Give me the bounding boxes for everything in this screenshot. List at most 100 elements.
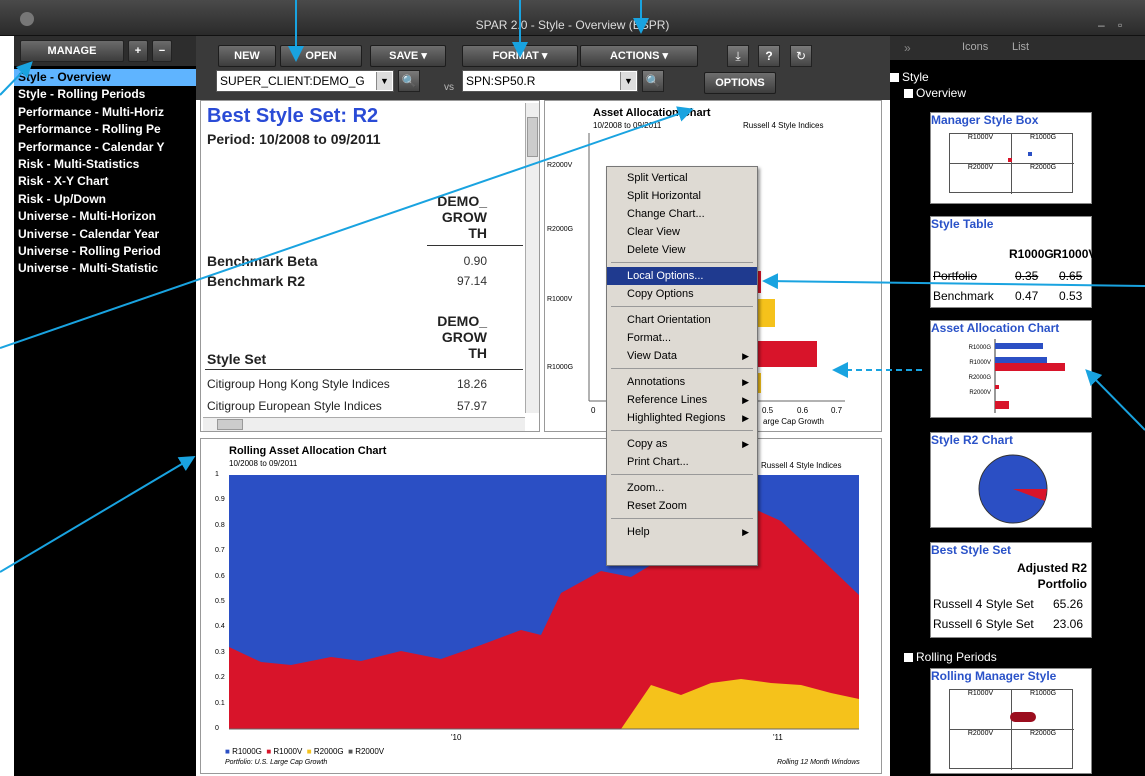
menu-item[interactable]: Format... <box>607 329 757 347</box>
menu-item-label: Split Vertical <box>627 172 688 184</box>
actions-button[interactable]: ACTIONS ▾ <box>580 45 698 67</box>
tab-icons[interactable]: Icons <box>962 41 988 53</box>
tree-node-overview[interactable]: Overview <box>904 86 966 100</box>
sidebar-item[interactable]: Performance - Multi-Horiz <box>14 104 196 121</box>
rolling-asset-allocation-chart-pane[interactable]: Rolling Asset Allocation Chart 10/2008 t… <box>200 438 882 774</box>
legend-item: R1000G <box>232 747 262 756</box>
x-tick-label: '11 <box>773 733 783 742</box>
menu-item[interactable]: Copy as ▶ <box>607 435 757 453</box>
submenu-arrow-icon: ▶ <box>742 351 749 361</box>
benchmark-beta-value: 0.90 <box>463 254 487 268</box>
menu-item[interactable]: Zoom... <box>607 479 757 497</box>
remove-view-button[interactable]: − <box>152 40 172 62</box>
best-style-set-title: Best Style Set: R2 <box>207 105 379 127</box>
y-tick-label: 0.8 <box>215 521 225 529</box>
scroll-thumb[interactable] <box>217 419 243 430</box>
add-view-button[interactable]: + <box>128 40 148 62</box>
menu-separator <box>611 368 753 369</box>
menu-item[interactable]: Delete View <box>607 241 757 259</box>
sidebar-item[interactable]: Risk - Multi-Statistics <box>14 156 196 173</box>
client-search-icon[interactable]: 🔍 <box>398 70 420 92</box>
new-button[interactable]: NEW <box>218 45 276 67</box>
refresh-icon[interactable]: ↻ <box>790 45 812 67</box>
sidebar-item[interactable]: Universe - Multi-Horizon <box>14 208 196 225</box>
x-tick-label: '10 <box>451 733 462 742</box>
menu-item[interactable]: Help ▶ <box>607 523 757 541</box>
left-navigation-panel: MANAGE + − Style - Overview Style - Rolli… <box>14 36 196 776</box>
format-button[interactable]: FORMAT ▾ <box>462 45 578 67</box>
card-manager-style-box[interactable]: Manager Style Box R1000V R1000G R2000V R… <box>930 112 1092 204</box>
card-asset-allocation-chart[interactable]: Asset Allocation Chart R1000G R1000V R20… <box>930 320 1092 418</box>
open-button[interactable]: OPEN <box>280 45 362 67</box>
card-best-style-set[interactable]: Best Style Set Adjusted R2 Portfolio Rus… <box>930 542 1092 638</box>
options-button[interactable]: OPTIONS <box>704 72 776 94</box>
vertical-scrollbar[interactable] <box>525 103 539 413</box>
benchmark-select[interactable]: SPN:SP50.R ▼ <box>462 70 638 92</box>
legend-swatch: ■ <box>225 747 230 756</box>
sidebar-item[interactable]: Performance - Calendar Y <box>14 139 196 156</box>
card-style-table[interactable]: Style Table R1000G R1000V Portfolio 0.35… <box>930 216 1096 308</box>
menu-separator <box>611 474 753 475</box>
menu-item-label: Chart Orientation <box>627 314 711 326</box>
period-label: Period: 10/2008 to 09/2011 <box>207 131 381 147</box>
horizontal-scrollbar[interactable] <box>203 417 525 431</box>
chevron-down-icon: ▾ <box>662 50 669 62</box>
menu-item[interactable]: Change Chart... <box>607 205 757 223</box>
menu-item[interactable]: Highlighted Regions ▶ <box>607 409 757 427</box>
legend-swatch: ■ <box>306 747 312 756</box>
style-cell: R2000G <box>1029 730 1057 737</box>
card-title: Manager Style Box <box>931 113 1039 127</box>
col-header: Adjusted R2 <box>1016 561 1087 575</box>
collapse-box-icon <box>890 73 899 83</box>
card-title: Rolling Manager Style <box>931 669 1057 683</box>
benchmark-search-icon[interactable]: 🔍 <box>642 70 664 92</box>
export-icon[interactable]: ⤓ <box>727 45 749 67</box>
benchmark-r2-label: Benchmark R2 <box>207 273 306 289</box>
scroll-thumb[interactable] <box>527 117 538 157</box>
style-set-header: Style Set <box>207 351 267 367</box>
table-row-label: Citigroup Hong Kong Style Indices <box>207 377 390 391</box>
menu-item[interactable]: Local Options... <box>607 267 757 285</box>
tick-label: 0 <box>591 406 596 415</box>
card-style-r2-chart[interactable]: Style R2 Chart <box>930 432 1092 528</box>
client-select[interactable]: SUPER_CLIENT:DEMO_G ▼ <box>216 70 394 92</box>
menu-item[interactable]: Reset Zoom <box>607 497 757 515</box>
menu-item[interactable]: Copy Options <box>607 285 757 303</box>
save-button[interactable]: SAVE ▾ <box>370 45 446 67</box>
divider <box>205 369 523 370</box>
benchmark-r2-value: 97.14 <box>456 274 487 288</box>
right-panel: » Icons List Style Overview Manager Styl… <box>890 36 1145 776</box>
sidebar-item[interactable]: Universe - Calendar Year <box>14 226 196 243</box>
menu-item[interactable]: Reference Lines ▶ <box>607 391 757 409</box>
table-row-value: 57.97 <box>456 399 487 413</box>
menu-item[interactable]: Clear View <box>607 223 757 241</box>
cell-value: 0.47 <box>1015 289 1039 303</box>
sidebar-item[interactable]: Style - Overview <box>14 69 196 87</box>
card-rolling-manager-style[interactable]: Rolling Manager Style R1000V R1000G R200… <box>930 668 1092 774</box>
sidebar-item[interactable]: Risk - Up/Down <box>14 191 196 208</box>
sidebar-item[interactable]: Risk - X-Y Chart <box>14 173 196 190</box>
sidebar-item[interactable]: Universe - Rolling Period <box>14 243 196 260</box>
sidebar-item[interactable]: Performance - Rolling Pe <box>14 121 196 138</box>
minimize-icon[interactable]: – <box>1098 18 1105 32</box>
client-value: SUPER_CLIENT:DEMO_G <box>220 74 365 88</box>
sidebar-item[interactable]: Style - Rolling Periods <box>14 86 196 103</box>
tab-list[interactable]: List <box>1012 41 1029 53</box>
menu-item[interactable]: View Data ▶ <box>607 347 757 365</box>
help-button[interactable]: ? <box>758 45 780 67</box>
row-label: Russell 4 Style Set <box>933 597 1034 611</box>
menu-item[interactable]: Print Chart... <box>607 453 757 471</box>
collapse-icon[interactable]: » <box>904 41 911 55</box>
actions-label: ACTIONS <box>609 50 660 62</box>
tree-node-style[interactable]: Style <box>890 70 929 84</box>
manage-button[interactable]: MANAGE <box>20 40 124 62</box>
tree-node-rolling-periods[interactable]: Rolling Periods <box>904 650 997 664</box>
aa-label: R2000V <box>969 390 991 396</box>
menu-item[interactable]: Annotations ▶ <box>607 373 757 391</box>
sidebar-item[interactable]: Universe - Multi-Statistic <box>14 260 196 277</box>
menu-item[interactable]: Split Horizontal <box>607 187 757 205</box>
menu-item[interactable]: Split Vertical <box>607 169 757 187</box>
maximize-icon[interactable]: ▫ <box>1118 18 1122 32</box>
menu-item[interactable]: Chart Orientation <box>607 311 757 329</box>
menu-item-label: Copy Options <box>627 288 694 300</box>
